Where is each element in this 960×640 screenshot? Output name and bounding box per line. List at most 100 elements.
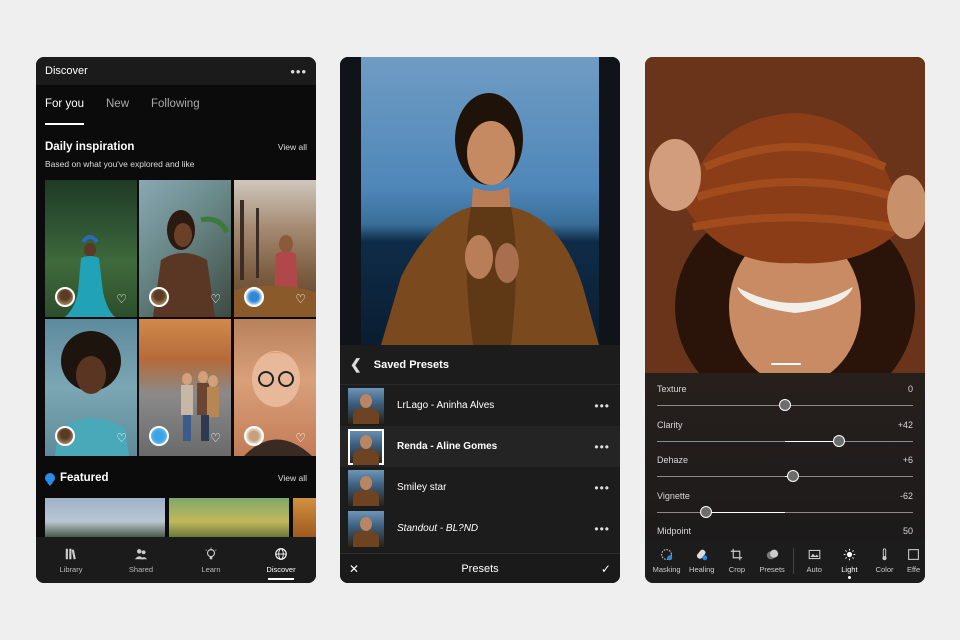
tool-healing[interactable]: Healing <box>684 548 719 574</box>
page-title: Discover <box>45 65 88 77</box>
slider-fill <box>705 511 785 513</box>
avatar[interactable] <box>55 426 75 446</box>
preset-thumbnail <box>348 428 384 465</box>
confirm-check-icon[interactable]: ✓ <box>601 562 611 576</box>
auto-image-icon <box>808 549 821 560</box>
preset-more-icon[interactable]: ••• <box>594 440 610 454</box>
preset-thumbnail <box>348 469 384 506</box>
avatar[interactable] <box>149 426 169 446</box>
inspiration-grid: ♡ ♡ ♡ ♡ ♡ ♡ <box>45 180 316 456</box>
avatar[interactable] <box>55 287 75 307</box>
presets-screen: ❮ Saved Presets LrLago - Aninha Alves ••… <box>340 57 620 583</box>
discover-screen: Discover ••• For you New Following Daily… <box>36 57 316 583</box>
preset-item[interactable]: Standout - BL?ND ••• <box>340 508 620 549</box>
preset-more-icon[interactable]: ••• <box>594 522 610 536</box>
preset-item[interactable]: LrLago - Aninha Alves ••• <box>340 385 620 426</box>
avatar[interactable] <box>244 287 264 307</box>
inspiration-tile[interactable]: ♡ <box>234 319 316 456</box>
inspiration-tile[interactable]: ♡ <box>45 319 137 456</box>
preset-item[interactable]: Smiley star ••• <box>340 467 620 508</box>
preset-more-icon[interactable]: ••• <box>594 399 610 413</box>
slider-value: 0 <box>907 384 913 394</box>
slider-value: +42 <box>897 419 913 430</box>
presets-footer: ✕ Presets ✓ <box>340 553 620 583</box>
daily-view-all-link[interactable]: View all <box>278 142 307 152</box>
heart-icon[interactable]: ♡ <box>295 292 306 306</box>
slider-clarity[interactable]: Clarity +42 <box>645 417 925 453</box>
tool-light[interactable]: Light <box>832 548 867 579</box>
healing-bandage-icon <box>697 549 708 561</box>
featured-header: Featured View all <box>45 472 307 484</box>
slider-value: -62 <box>899 490 913 501</box>
featured-view-all-link[interactable]: View all <box>278 473 307 483</box>
tab-following[interactable]: Following <box>151 98 200 125</box>
avatar[interactable] <box>244 426 264 446</box>
presets-panel-header: ❮ Saved Presets <box>340 345 620 385</box>
presets-footer-title: Presets <box>461 562 499 575</box>
inspiration-tile[interactable]: ♡ <box>234 180 316 317</box>
slider-knob[interactable] <box>779 399 791 411</box>
nav-learn[interactable]: Learn <box>181 546 241 574</box>
discover-header: Discover ••• <box>36 57 316 85</box>
nav-library[interactable]: Library <box>41 547 101 574</box>
photo-canvas[interactable] <box>645 57 925 373</box>
preset-item-selected[interactable]: Renda - Aline Gomes ••• <box>340 426 620 467</box>
heart-icon[interactable]: ♡ <box>210 431 221 445</box>
nav-shared[interactable]: Shared <box>111 547 171 574</box>
featured-tile[interactable] <box>45 498 165 537</box>
inspiration-tile[interactable]: ♡ <box>139 180 231 317</box>
avatar[interactable] <box>149 287 169 307</box>
slider-label: Texture <box>657 384 687 394</box>
masking-icon <box>661 549 673 561</box>
back-chevron-icon[interactable]: ❮ <box>350 356 362 373</box>
edit-screen: Texture 0 Clarity +42 Dehaze +6 Vignette -62… <box>645 57 925 583</box>
preset-name: Standout - BL?ND <box>397 523 479 534</box>
tab-new[interactable]: New <box>106 98 129 125</box>
tool-presets[interactable]: Presets <box>755 548 790 574</box>
tool-effects[interactable]: Effe <box>902 548 925 574</box>
edit-toolbar: Masking Healing Crop Presets Auto Light … <box>645 539 925 583</box>
heart-icon[interactable]: ♡ <box>210 292 221 306</box>
nav-discover-label: Discover <box>266 564 296 574</box>
preset-name: Renda - Aline Gomes <box>397 441 498 452</box>
slider-vignette[interactable]: Vignette -62 <box>645 488 925 524</box>
slider-texture[interactable]: Texture 0 <box>645 381 925 417</box>
photo-woman-sweater <box>381 93 599 345</box>
panel-drag-handle[interactable] <box>771 363 801 365</box>
globe-icon <box>275 547 287 560</box>
slider-fill <box>785 440 839 442</box>
crop-icon <box>731 548 743 561</box>
nav-discover[interactable]: Discover <box>251 547 311 580</box>
featured-tile[interactable] <box>293 498 316 537</box>
close-icon[interactable]: ✕ <box>349 562 359 576</box>
tool-label: Light <box>841 565 858 574</box>
more-options-icon[interactable]: ••• <box>290 64 307 79</box>
tool-color[interactable]: Color <box>867 548 902 574</box>
tool-crop[interactable]: Crop <box>719 548 754 574</box>
featured-title: Featured <box>60 472 109 484</box>
slider-label: Dehaze <box>657 455 689 465</box>
photo-canvas[interactable] <box>340 57 620 345</box>
heart-icon[interactable]: ♡ <box>295 431 306 445</box>
tool-masking[interactable]: Masking <box>649 548 684 574</box>
featured-tile[interactable] <box>169 498 289 537</box>
slider-dehaze[interactable]: Dehaze +6 <box>645 452 925 488</box>
tab-for-you[interactable]: For you <box>45 98 84 125</box>
heart-icon[interactable]: ♡ <box>116 431 127 445</box>
photo-woman-knit-hat <box>645 57 925 373</box>
nav-library-label: Library <box>59 564 83 574</box>
slider-knob[interactable] <box>832 434 845 447</box>
tool-label: Crop <box>728 565 746 574</box>
preview-image <box>361 57 599 345</box>
slider-knob[interactable] <box>699 505 712 518</box>
heart-icon[interactable]: ♡ <box>116 292 127 306</box>
inspiration-tile[interactable]: ♡ <box>45 180 137 317</box>
slider-knob[interactable] <box>786 470 799 482</box>
slider-track[interactable] <box>657 511 913 513</box>
inspiration-tile[interactable]: ♡ <box>139 319 231 456</box>
preset-more-icon[interactable]: ••• <box>594 481 610 495</box>
discover-tabs: For you New Following <box>36 85 316 125</box>
featured-strip <box>45 498 316 537</box>
featured-badge-icon <box>45 473 55 483</box>
tool-auto[interactable]: Auto <box>797 548 832 574</box>
